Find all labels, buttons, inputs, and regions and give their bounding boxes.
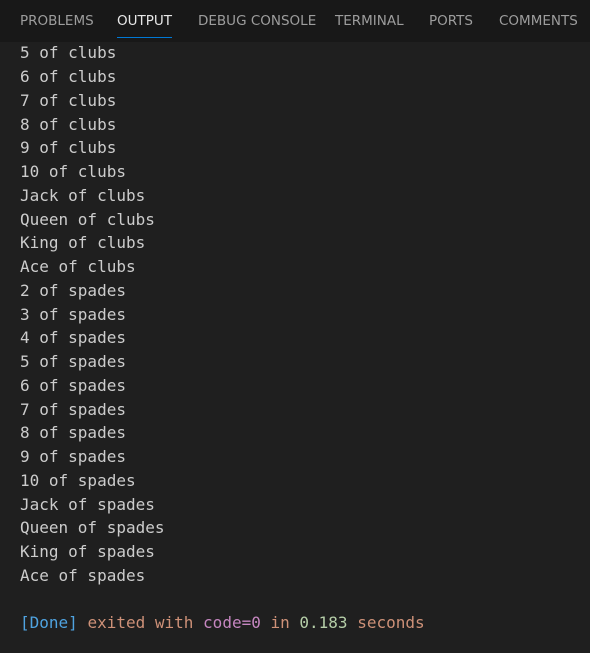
tab-terminal[interactable]: TERMINAL [335, 0, 404, 42]
output-line: King of clubs [20, 233, 146, 252]
output-line: 8 of clubs [20, 115, 117, 134]
output-line: Jack of clubs [20, 186, 146, 205]
seconds-text: seconds [357, 613, 425, 632]
tab-comments[interactable]: COMMENTS [499, 0, 578, 42]
panel-tab-bar: PROBLEMS OUTPUT DEBUG CONSOLE TERMINAL P… [0, 0, 590, 42]
output-content[interactable]: 5 of clubs 6 of clubs 7 of clubs 8 of cl… [0, 42, 590, 653]
tab-label: PROBLEMS [20, 13, 94, 29]
output-line: 2 of spades [20, 281, 126, 300]
output-line: 5 of clubs [20, 43, 117, 62]
tab-label: COMMENTS [499, 13, 578, 29]
output-line: Jack of spades [20, 495, 155, 514]
tab-label: TERMINAL [335, 13, 404, 29]
tab-output[interactable]: OUTPUT [117, 0, 173, 42]
tab-label: DEBUG CONSOLE [198, 13, 317, 29]
active-tab-indicator [117, 37, 173, 38]
output-line: 10 of clubs [20, 162, 126, 181]
output-line: Queen of spades [20, 518, 165, 537]
output-line: Ace of spades [20, 566, 146, 585]
tab-ports[interactable]: PORTS [429, 0, 473, 42]
done-marker: [Done] [20, 613, 78, 632]
output-line: 7 of clubs [20, 91, 117, 110]
output-line: 6 of clubs [20, 67, 117, 86]
output-line: 7 of spades [20, 400, 126, 419]
tab-debug-console[interactable]: DEBUG CONSOLE [198, 0, 316, 42]
exit-status-line: [Done] exited with code=0 in 0.183 secon… [20, 613, 425, 633]
output-line: King of spades [20, 542, 155, 561]
output-line: 10 of spades [20, 471, 136, 490]
output-line: Ace of clubs [20, 257, 136, 276]
output-line: 5 of spades [20, 352, 126, 371]
exited-with-text: exited with [87, 613, 194, 632]
output-line: 6 of spades [20, 376, 126, 395]
in-text: in [270, 613, 290, 632]
exit-code: code=0 [203, 613, 261, 632]
output-line: 9 of clubs [20, 138, 117, 157]
tab-label: PORTS [429, 13, 473, 29]
output-line: 4 of spades [20, 328, 126, 347]
output-line: Queen of clubs [20, 210, 155, 229]
output-line: 3 of spades [20, 305, 126, 324]
elapsed-time: 0.183 [299, 613, 348, 632]
tab-problems[interactable]: PROBLEMS [20, 0, 94, 42]
output-panel: PROBLEMS OUTPUT DEBUG CONSOLE TERMINAL P… [0, 0, 590, 653]
output-line: 9 of spades [20, 447, 126, 466]
output-line: 8 of spades [20, 423, 126, 442]
tab-label: OUTPUT [117, 13, 173, 29]
